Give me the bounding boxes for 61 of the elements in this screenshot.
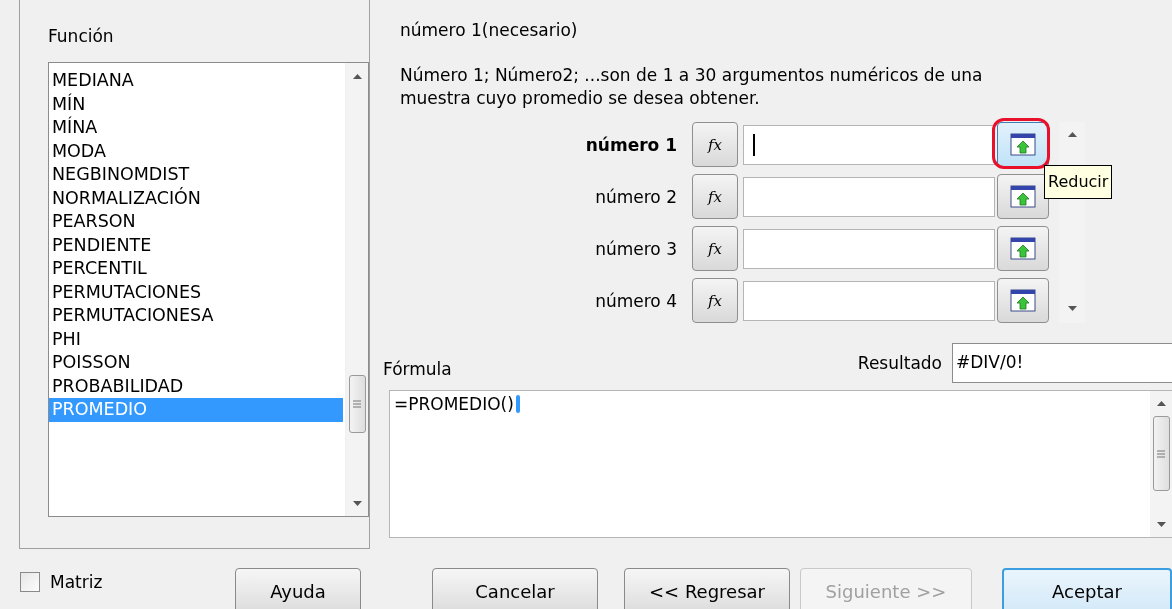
dialog-button[interactable]: Aceptar bbox=[1002, 568, 1172, 609]
function-list-item[interactable]: PERMUTACIONES bbox=[49, 280, 343, 304]
function-list-item[interactable]: PHI bbox=[49, 327, 343, 351]
scroll-down-arrow-icon[interactable] bbox=[352, 500, 362, 506]
shrink-window-icon bbox=[1010, 132, 1036, 157]
scroll-up-arrow-icon[interactable] bbox=[1156, 401, 1166, 406]
argument-title: número 1(necesario) bbox=[400, 20, 579, 42]
text-cursor bbox=[753, 133, 755, 156]
scroll-down-arrow-icon[interactable] bbox=[1067, 306, 1077, 311]
checkbox-label: Matriz bbox=[50, 572, 103, 592]
function-list-item[interactable]: MEDIANA bbox=[49, 69, 343, 93]
function-wizard-button[interactable]: fx bbox=[692, 174, 738, 219]
scrollbar[interactable] bbox=[1150, 391, 1172, 537]
grip-icon bbox=[1157, 449, 1165, 458]
scroll-up-arrow-icon[interactable] bbox=[1067, 132, 1077, 137]
function-list-item[interactable]: POISSON bbox=[49, 351, 343, 375]
argument-label: número 3 bbox=[594, 238, 678, 259]
formula-label: Fórmula bbox=[383, 359, 453, 379]
scroll-up-arrow-icon[interactable] bbox=[352, 73, 362, 79]
shrink-button[interactable] bbox=[997, 226, 1049, 271]
argument-field[interactable] bbox=[743, 280, 995, 321]
checkbox[interactable] bbox=[20, 572, 40, 592]
shrink-button[interactable] bbox=[997, 174, 1049, 219]
function-wizard-button[interactable]: fx bbox=[692, 278, 738, 323]
argument-label: número 4 bbox=[594, 290, 678, 311]
function-label: Función bbox=[48, 26, 115, 48]
function-list-item[interactable]: MÍN bbox=[49, 92, 343, 116]
function-list-item[interactable]: PERMUTACIONESA bbox=[49, 304, 343, 328]
text-cursor bbox=[515, 395, 520, 413]
function-list-item[interactable]: PROBABILIDAD bbox=[49, 374, 343, 398]
tooltip: Reducir bbox=[1044, 165, 1113, 199]
function-list-item[interactable]: NORMALIZACIÓN bbox=[49, 186, 343, 210]
function-list-item[interactable]: PERCENTIL bbox=[49, 257, 343, 281]
dialog-button[interactable]: Ayuda bbox=[235, 568, 361, 609]
dialog-button[interactable]: Cancelar bbox=[432, 568, 598, 609]
function-list-item[interactable]: NEGBINOMDIST bbox=[49, 163, 343, 187]
shrink-window-icon bbox=[1010, 288, 1036, 313]
shrink-window-icon bbox=[1010, 236, 1036, 261]
result-field: #DIV/0! bbox=[952, 343, 1172, 383]
argument-label: número 1 bbox=[584, 134, 678, 155]
function-wizard-button[interactable]: fx bbox=[692, 226, 738, 271]
dialog-button[interactable]: << Regresar bbox=[624, 568, 790, 609]
function-list-item[interactable]: PEARSON bbox=[49, 210, 343, 234]
scrollbar[interactable] bbox=[345, 63, 368, 516]
scroll-down-arrow-icon[interactable] bbox=[1156, 522, 1166, 527]
argument-label: número 2 bbox=[594, 186, 678, 207]
formula-text: =PROMEDIO() bbox=[394, 394, 514, 414]
function-wizard-button[interactable]: fx bbox=[692, 122, 738, 167]
function-list-item[interactable]: PENDIENTE bbox=[49, 233, 343, 257]
argument-field[interactable] bbox=[743, 228, 995, 269]
argument-field[interactable] bbox=[743, 124, 995, 165]
formula-field[interactable]: =PROMEDIO() bbox=[389, 390, 1172, 538]
grip-icon bbox=[353, 400, 361, 408]
function-list-item[interactable]: MÍNA bbox=[49, 116, 343, 140]
shrink-button[interactable] bbox=[997, 278, 1049, 323]
argument-field[interactable] bbox=[743, 176, 995, 217]
function-list[interactable]: MEDIANA MÍN MÍNA MODA NEGBINOMDIST NORMALIZACIÓN PEARSON PENDIENTE PERCENTIL PERMUTACIONES PERMUTACIONESA PHI POISSON PROBABILIDAD PROMEDIO bbox=[48, 62, 369, 517]
shrink-window-icon bbox=[1010, 184, 1036, 209]
argument-description: Número 1; Número2; ...son de 1 a 30 argumentos numéricos de una muestra cuyo promedio se desea obtener. bbox=[400, 64, 984, 110]
result-label: Resultado bbox=[857, 353, 942, 373]
function-list-item[interactable]: MODA bbox=[49, 139, 343, 163]
